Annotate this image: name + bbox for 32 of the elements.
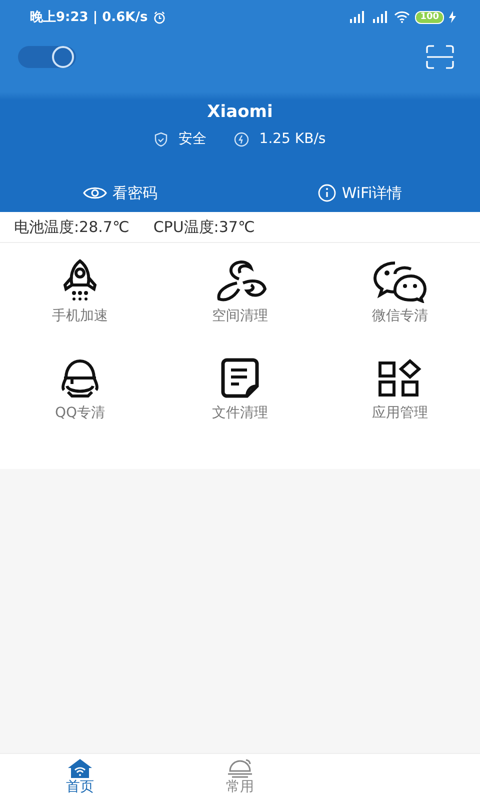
- wifi-icon: [394, 11, 410, 23]
- temperature-reading: CPU温度:37℃: [153, 218, 255, 236]
- alarm-clock-icon: [152, 10, 166, 24]
- home-wifi-icon: [67, 758, 93, 778]
- security-status: 安全: [178, 130, 206, 148]
- eye-icon: [82, 185, 106, 201]
- tool-item[interactable]: 文件清理: [160, 356, 320, 453]
- toggle-switch[interactable]: [18, 46, 76, 68]
- document-icon: [219, 356, 261, 400]
- temperature-reading: 电池温度:28.7℃: [14, 218, 130, 236]
- tool-item[interactable]: 微信专清: [320, 259, 480, 356]
- signal-icon: [348, 11, 366, 23]
- chat-bubbles-icon: [373, 259, 427, 303]
- tool-item[interactable]: 应用管理: [320, 356, 480, 453]
- show-password-button[interactable]: 看密码: [0, 174, 240, 212]
- network-name: Xiaomi: [206, 102, 274, 122]
- network-speed: 1.25 KB/s: [259, 131, 326, 147]
- tool-item[interactable]: 空间清理: [160, 259, 320, 356]
- battery-level: 100: [415, 10, 444, 24]
- wifi-details-button[interactable]: WiFi详情: [240, 174, 480, 212]
- service-bell-icon: [226, 758, 254, 778]
- info-icon: [318, 184, 336, 202]
- signal-icon: [371, 11, 390, 23]
- scan-icon[interactable]: [426, 45, 454, 69]
- status-time: 晚上9:23 | 0.6K/s: [30, 9, 148, 26]
- speed-icon: [234, 132, 250, 146]
- tool-item[interactable]: QQ专清: [0, 356, 160, 453]
- nav-tab[interactable]: 常用: [160, 754, 320, 800]
- shield-icon: [154, 132, 168, 146]
- charging-icon: [449, 11, 456, 23]
- tool-item[interactable]: 手机加速: [0, 259, 160, 356]
- nav-tab[interactable]: 首页: [0, 754, 160, 800]
